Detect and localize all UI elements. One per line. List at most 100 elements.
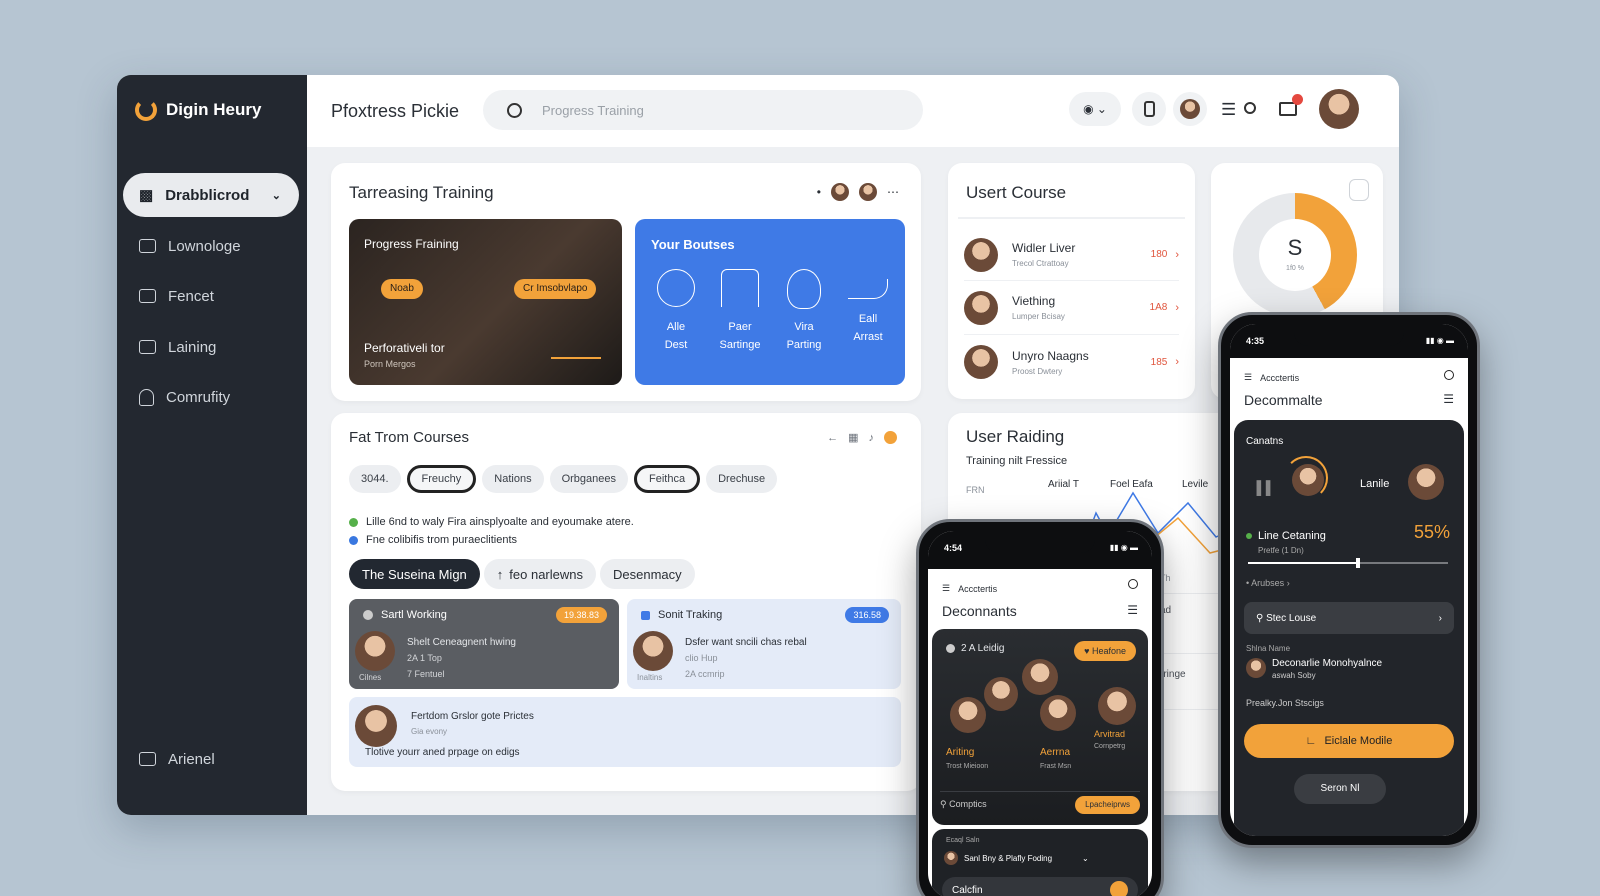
item-title: Sartl Working <box>381 609 447 621</box>
list-icon[interactable]: ☰ <box>1127 603 1138 617</box>
coin-icon[interactable] <box>884 431 897 444</box>
sidebar-item-laining[interactable]: Laining <box>123 325 299 369</box>
menu-icon[interactable]: ☰ <box>1244 372 1252 383</box>
list-icon[interactable]: ☰ <box>1443 392 1454 406</box>
course-item[interactable]: Vira Parting <box>775 269 833 351</box>
menu-icon[interactable]: ☰ <box>942 583 950 594</box>
phone-small-screen: 4:54 ▮▮ ◉ ▬ ☰ Accctertis Deconnants ☰ 2 … <box>928 531 1152 896</box>
course-item-card[interactable]: Fertdom Grslor gote Prictes Gia evony Tl… <box>349 697 901 767</box>
search-button[interactable]: Lpacheiprws <box>1075 795 1140 814</box>
button-label: Stec Louse <box>1266 612 1317 624</box>
tab-reviews[interactable]: ↑ feo narlewns <box>483 559 596 589</box>
tab-suseina[interactable]: The Suseina Mign <box>349 559 480 589</box>
device-button[interactable] <box>1132 92 1166 126</box>
person-sub: Trost Mieioon <box>946 763 989 770</box>
progress-slider[interactable] <box>1248 558 1448 568</box>
arubses-link[interactable]: • Arubses › <box>1246 578 1290 588</box>
search-icon-small[interactable] <box>1244 102 1256 114</box>
list-item[interactable]: Unyro Naagns Proost Dwtery 185 › <box>964 335 1179 389</box>
section-label: Shlna Name <box>1246 644 1291 653</box>
note: Prealky.Jon Stscigs <box>1246 698 1324 708</box>
course-item[interactable]: Alle Dest <box>647 269 705 351</box>
sidebar-item-settings[interactable]: Arienel <box>123 737 299 781</box>
search-input[interactable]: Progress Training <box>542 103 644 118</box>
badge[interactable]: ♥ Heafone <box>1074 641 1136 661</box>
item-line: 7 Fentuel <box>407 669 445 679</box>
sidebar-item-lownologe[interactable]: Lownologe <box>123 224 299 268</box>
course-item-sub: Dest <box>664 339 688 351</box>
chip-active[interactable]: Freuchy <box>406 465 477 493</box>
card-title: Canatns <box>1246 436 1284 447</box>
search-field[interactable]: ⚲ Comptics <box>940 799 987 810</box>
course-item-card[interactable]: Sartl Working 19.38.83 Cilnes Shelt Cene… <box>349 599 619 689</box>
book-icon <box>657 269 695 307</box>
action-icon <box>1110 881 1128 896</box>
music-icon[interactable]: ♪ <box>869 432 875 444</box>
clipboard-icon[interactable] <box>1349 179 1369 201</box>
progress-card-title: Progress Fraining <box>364 237 459 251</box>
chip[interactable]: Drechuse <box>706 465 778 493</box>
brand[interactable]: Digin Heury <box>135 99 261 121</box>
status-square <box>641 610 650 620</box>
divider <box>958 217 1185 219</box>
search-bar[interactable]: Progress Training <box>483 90 923 130</box>
sidebar-item-community[interactable]: Comrufity <box>123 375 299 419</box>
legend-dot <box>349 517 358 527</box>
language-switch[interactable]: ◉ ⌄ <box>1069 92 1121 126</box>
more-icon[interactable]: ⋯ <box>887 185 899 199</box>
person-name: Ariting <box>946 747 975 758</box>
course-item[interactable]: Paer Sartinge <box>711 269 769 351</box>
avatar[interactable] <box>859 183 877 201</box>
status-dot <box>1246 533 1252 539</box>
avatar[interactable] <box>831 183 849 201</box>
avatar <box>1292 464 1324 496</box>
profile-mini-button[interactable] <box>1173 92 1207 126</box>
secondary-button[interactable]: Seron Nl <box>1294 774 1386 804</box>
clock: 4:54 <box>944 543 963 553</box>
search-icon[interactable] <box>1444 370 1454 380</box>
sidebar-item-fencet[interactable]: Fencet <box>123 274 299 318</box>
page-title: Pfoxtress Pickie <box>331 101 460 121</box>
progress-training-card[interactable]: Progress Fraining Noab Cr Imsobvlapo Per… <box>349 219 622 385</box>
cta-button[interactable]: ∟ Eiclale Modile <box>1244 724 1454 758</box>
top-bar: Pfoxtress Pickie Progress Training ◉ ⌄ ☰ <box>307 75 1399 147</box>
search-icon[interactable] <box>1128 579 1138 589</box>
stec-louse-button[interactable]: ⚲ Stec Louse › <box>1244 602 1454 634</box>
slider-thumb[interactable] <box>1356 558 1360 568</box>
person-sub: Cornpetrg <box>1094 743 1126 750</box>
row-sub: Proost Dwtery <box>1012 366 1063 376</box>
your-courses-card[interactable]: Your Boutses Alle Dest Paer Sartinge Vir… <box>635 219 905 385</box>
phone-search-row: ⚲ Comptics Lpacheiprws <box>940 791 1140 814</box>
chip[interactable]: Nations <box>482 465 544 493</box>
mail-icon[interactable] <box>1279 94 1303 116</box>
legend-item: Fne colibifis trom puraeclitients <box>349 531 634 549</box>
chip[interactable]: 3044. <box>349 465 401 493</box>
document-icon <box>139 289 156 303</box>
course-tabs: The Suseina Mign ↑ feo narlewns Desenmacy <box>349 559 699 589</box>
row-name: Viething <box>1012 294 1056 308</box>
progress-gauge: S 1f0 % <box>1233 193 1357 317</box>
menu-icon[interactable]: ☰ <box>1221 100 1236 120</box>
sidebar: Digin Heury ▩ Drabblicrod ⌄ Lownologe Fe… <box>117 75 307 815</box>
folder-icon <box>139 340 156 354</box>
chip[interactable]: Orbganees <box>549 465 629 493</box>
phone-header: ☰ Accctertis <box>1244 372 1299 383</box>
course-item[interactable]: Eall Arrast <box>839 269 897 351</box>
tab-desenmacy[interactable]: Desenmacy <box>600 559 695 589</box>
monitor-icon <box>139 239 156 253</box>
back-icon[interactable]: ← <box>827 432 838 444</box>
section-row[interactable]: Sanl Bny & Plafly Foding ⌄ <box>944 851 1089 865</box>
list-item[interactable]: Viething Lumper Bcisay 1A8 › <box>964 281 1179 335</box>
list-item[interactable]: Widler Liver Trecol Ctrattoay 180 › <box>964 229 1179 281</box>
signal-icon: ▮▮ ◉ ▬ <box>1425 336 1454 345</box>
chip-active[interactable]: Feithca <box>634 465 701 493</box>
bottom-row[interactable]: Calcfin <box>942 877 1138 896</box>
notch <box>985 531 1095 553</box>
sidebar-item-dashboard[interactable]: ▩ Drabblicrod ⌄ <box>123 173 299 217</box>
pin-icon[interactable]: • <box>817 185 821 199</box>
grid-icon[interactable]: ▦ <box>848 431 858 444</box>
phone-small: 4:54 ▮▮ ◉ ▬ ☰ Accctertis Deconnants ☰ 2 … <box>916 519 1164 896</box>
course-item-card[interactable]: Sonit Traking 316.58 Inaltins Dsfer want… <box>627 599 901 689</box>
user-avatar[interactable] <box>1319 89 1359 129</box>
row-value: 1A8 <box>1149 302 1168 313</box>
